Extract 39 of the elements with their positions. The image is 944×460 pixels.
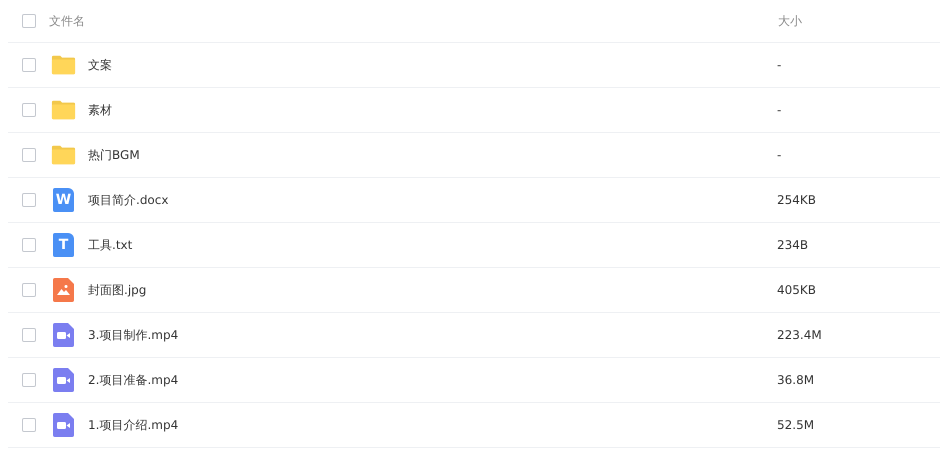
file-size: 405KB [777, 283, 818, 297]
file-name[interactable]: 素材 [88, 102, 777, 118]
file-name[interactable]: 项目简介.docx [88, 192, 777, 208]
file-name[interactable]: 封面图.jpg [88, 282, 777, 298]
file-name[interactable]: 工具.txt [88, 236, 777, 254]
word-document-icon: W [53, 188, 74, 212]
row-checkbox[interactable] [22, 148, 36, 162]
image-file-icon [53, 278, 74, 302]
file-name[interactable]: 2.项目准备.mp4 [88, 372, 777, 388]
row-checkbox[interactable] [22, 373, 36, 387]
row-checkbox[interactable] [22, 238, 36, 252]
folder-icon [51, 99, 76, 121]
row-checkbox[interactable] [22, 193, 36, 207]
video-file-icon [53, 413, 74, 437]
row-checkbox[interactable] [22, 58, 36, 72]
column-header: 文件名 [49, 12, 86, 30]
file-size: 223.4M [777, 328, 823, 342]
folder-icon [51, 54, 76, 76]
column-header: 大小 [778, 12, 803, 30]
file-size: - [777, 103, 782, 117]
select-all-checkbox[interactable] [22, 14, 36, 28]
file-size: - [777, 148, 782, 162]
row-checkbox[interactable] [22, 328, 36, 342]
file-name[interactable]: 热门BGM [88, 146, 777, 164]
video-file-icon [53, 323, 74, 347]
file-size: - [777, 58, 782, 72]
folder-icon [51, 144, 76, 166]
file-size: 234B [777, 238, 810, 252]
text-file-icon: T [53, 233, 74, 257]
file-size: 36.8M [777, 373, 816, 387]
video-file-icon [53, 368, 74, 392]
file-name[interactable]: 文案 [88, 56, 777, 74]
file-name[interactable]: 3.项目制作.mp4 [88, 326, 777, 344]
row-checkbox[interactable] [22, 283, 36, 297]
file-name[interactable]: 1.项目介绍.mp4 [88, 416, 777, 434]
file-size: 52.5M [777, 418, 816, 432]
file-size: 254KB [777, 193, 818, 207]
row-checkbox[interactable] [22, 103, 36, 117]
row-checkbox[interactable] [22, 418, 36, 432]
